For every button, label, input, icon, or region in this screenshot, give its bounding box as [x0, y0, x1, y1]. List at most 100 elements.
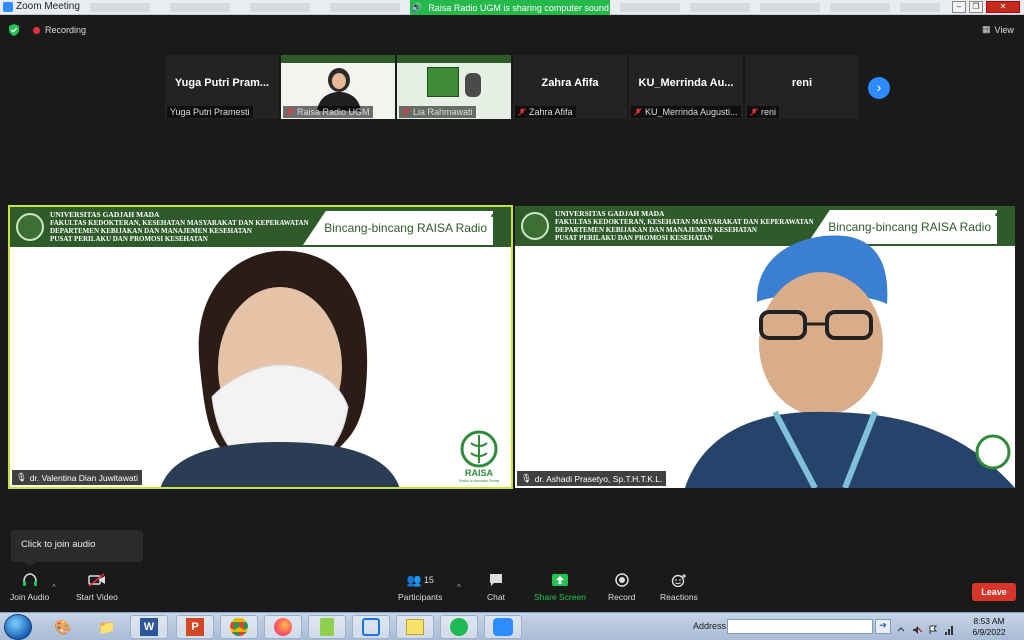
network-icon[interactable]: [944, 622, 954, 635]
notepad-app-icon[interactable]: [308, 615, 346, 639]
share-screen-label: Share Screen: [534, 592, 586, 602]
address-go-icon[interactable]: ➔: [875, 619, 891, 634]
microphone-image: [465, 73, 481, 97]
start-video-label: Start Video: [76, 592, 118, 602]
participant-thumbnail[interactable]: reni reni: [745, 55, 859, 119]
system-clock[interactable]: 8:53 AM 6/9/2022: [960, 616, 1018, 638]
participant-thumbnail[interactable]: Yuga Putri Pram... Yuga Putri Pramesti: [165, 55, 279, 119]
record-label: Record: [608, 592, 636, 602]
file-explorer-icon[interactable]: 📁: [88, 615, 126, 639]
ugm-logo-icon: [521, 212, 549, 240]
raisa-poster-image: [427, 67, 459, 97]
participants-button[interactable]: 👥 15 Participants: [398, 571, 442, 602]
speaker-icon: 🔊: [411, 2, 423, 12]
banner-line: PUSAT PERILAKU DAN PROMOSI KESEHATAN: [50, 235, 208, 243]
clock-date: 6/9/2022: [972, 627, 1006, 637]
window-titlebar: Zoom Meeting 🔊 Raisa Radio UGM is sharin…: [0, 0, 1024, 15]
banner-line: FAKULTAS KEDOKTERAN, KESEHATAN MASYARAKA…: [555, 218, 814, 226]
sticky-notes-icon[interactable]: [396, 615, 434, 639]
background-tab[interactable]: [330, 3, 400, 12]
participant-label: KU_Merrinda Augusti...: [631, 106, 741, 118]
background-tab[interactable]: [690, 3, 750, 12]
recording-dot-icon: [33, 27, 40, 34]
window-title: Zoom Meeting: [16, 1, 80, 12]
participant-label: Raisa Radio UGM: [283, 106, 373, 118]
tray-chevron-icon[interactable]: [896, 622, 906, 632]
mic-on-icon: 🎙: [521, 473, 532, 483]
join-audio-tooltip: Click to join audio: [11, 530, 143, 567]
audio-options-caret-icon[interactable]: ^: [52, 583, 56, 592]
show-name-badge: Bincang-bincang RAISA Radio: [303, 211, 493, 245]
close-button[interactable]: ✕: [986, 1, 1020, 13]
leave-button[interactable]: Leave: [972, 583, 1016, 601]
background-tab[interactable]: [90, 3, 150, 12]
chrome-app-icon[interactable]: [220, 615, 258, 639]
raisa-logo-subtext: Radio Indonesia Sehat: [459, 478, 500, 483]
share-screen-button[interactable]: Share Screen: [534, 571, 586, 602]
background-tab[interactable]: [620, 3, 680, 12]
volume-muted-icon[interactable]: [912, 622, 923, 634]
firefox-app-icon[interactable]: [264, 615, 302, 639]
headphones-icon: [20, 571, 40, 589]
chat-label: Chat: [487, 592, 505, 602]
reactions-icon: [669, 571, 689, 589]
zoom-app-taskbar-icon[interactable]: [484, 615, 522, 639]
cross-icon: ✚: [994, 208, 1005, 222]
participants-caret-icon[interactable]: ^: [457, 583, 461, 592]
mic-muted-icon: [634, 108, 642, 116]
paint-app-icon[interactable]: 🎨: [44, 615, 82, 639]
maximize-button[interactable]: ❐: [969, 1, 983, 13]
participant-thumbnail[interactable]: Zahra Afifa Zahra Afifa: [513, 55, 627, 119]
ugm-logo-icon: [16, 213, 44, 241]
participant-big-name: KU_Merrinda Au...: [638, 77, 734, 89]
background-tab[interactable]: [760, 3, 820, 12]
mic-muted-icon: [402, 108, 410, 116]
start-video-button[interactable]: Start Video: [76, 571, 118, 602]
speaker-video-woman: [160, 250, 400, 487]
record-button[interactable]: Record: [608, 571, 635, 602]
background-tab[interactable]: [250, 3, 310, 12]
participant-thumbnail[interactable]: Lia Rahmawati: [397, 55, 511, 119]
participant-thumbnail[interactable]: KU_Merrinda Au... KU_Merrinda Augusti...: [629, 55, 743, 119]
background-tab[interactable]: [830, 3, 890, 12]
word-app-icon[interactable]: W: [130, 615, 168, 639]
address-input[interactable]: [727, 619, 873, 634]
encryption-shield-icon[interactable]: [8, 24, 20, 36]
next-page-arrow-icon[interactable]: ›: [868, 77, 890, 99]
background-tab[interactable]: [900, 3, 940, 12]
video-tile[interactable]: UNIVERSITAS GADJAH MADA FAKULTAS KEDOKTE…: [515, 206, 1015, 488]
participants-icon: 👥 15: [406, 573, 434, 587]
mic-on-icon: 🎙: [16, 472, 27, 482]
chat-icon: [486, 571, 506, 589]
flag-icon[interactable]: [928, 622, 938, 634]
join-audio-label: Join Audio: [10, 592, 50, 602]
meeting-controls: Join Audio ^ Start Video 👥 15 Participan…: [0, 565, 1024, 612]
snipping-tool-icon[interactable]: [352, 615, 390, 639]
windows-taskbar: 🎨 📁 W P Address ➔ 8:53 AM 6/9/2022: [0, 612, 1024, 640]
video-tile-active-speaker[interactable]: UNIVERSITAS GADJAH MADA FAKULTAS KEDOKTE…: [8, 205, 513, 489]
participants-count: 15: [423, 575, 434, 585]
participant-name: Lia Rahmawati: [413, 107, 473, 117]
start-button[interactable]: [4, 614, 32, 640]
powerpoint-app-icon[interactable]: P: [176, 615, 214, 639]
recording-label: Recording: [45, 25, 87, 35]
view-button[interactable]: ▦ View: [982, 24, 1014, 35]
participant-thumbnail[interactable]: Raisa Radio UGM: [281, 55, 395, 119]
chat-button[interactable]: Chat: [486, 571, 506, 602]
banner-line: UNIVERSITAS GADJAH MADA: [555, 209, 665, 218]
join-audio-button[interactable]: Join Audio: [10, 571, 49, 602]
reactions-button[interactable]: Reactions: [660, 571, 698, 602]
raisa-radio-logo: RAISA Radio Indonesia Sehat: [459, 430, 500, 483]
speaker-video-man: [685, 235, 1015, 488]
reactions-label: Reactions: [660, 592, 698, 602]
participant-name: KU_Merrinda Augusti...: [645, 107, 738, 117]
spotify-app-icon[interactable]: [440, 615, 478, 639]
background-tab[interactable]: [170, 3, 230, 12]
video-banner-strip: [281, 55, 395, 63]
participant-name: Zahra Afifa: [529, 107, 573, 117]
speaker-name: dr. Valentina Dian Juwitawati: [29, 472, 138, 483]
minimize-button[interactable]: –: [952, 1, 966, 13]
raisa-logo-text: RAISA: [465, 468, 494, 478]
record-icon: [612, 571, 632, 589]
program-banner: UNIVERSITAS GADJAH MADA FAKULTAS KEDOKTE…: [10, 207, 511, 247]
